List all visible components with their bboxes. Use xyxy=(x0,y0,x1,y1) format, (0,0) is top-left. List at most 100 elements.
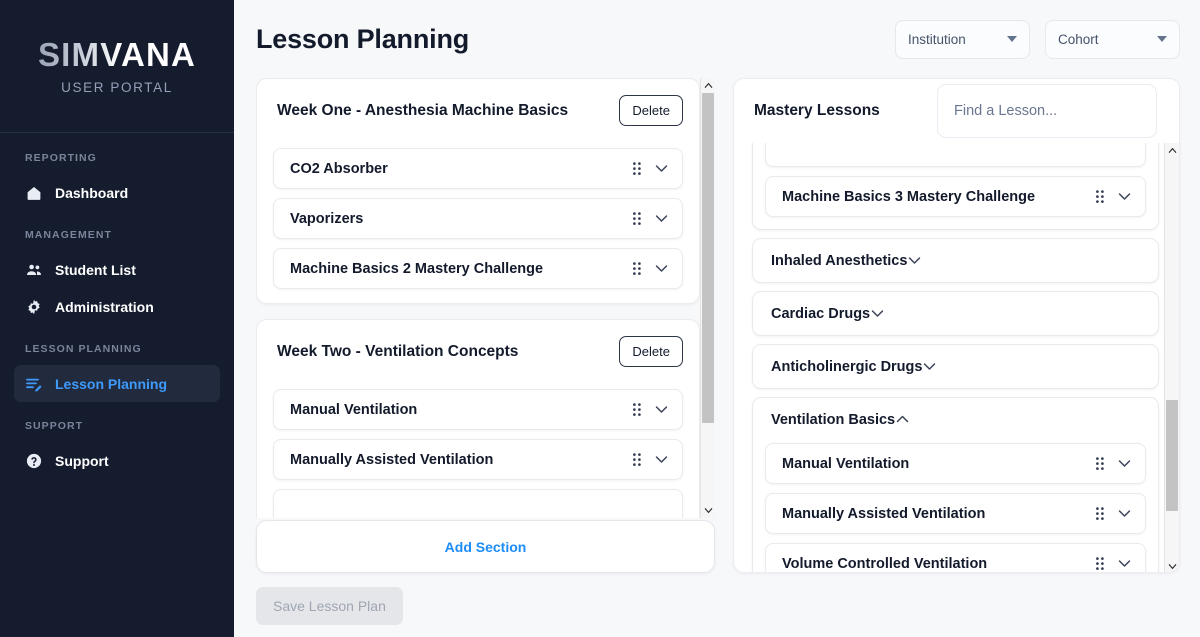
topbar: Lesson Planning Institution Cohort xyxy=(234,0,1200,78)
sidebar-group-label: SUPPORT xyxy=(25,420,84,432)
drag-handle-icon[interactable] xyxy=(632,452,642,467)
chevron-down-icon[interactable] xyxy=(907,253,922,268)
chevron-down-icon xyxy=(1007,36,1017,42)
chevron-down-icon[interactable] xyxy=(1117,189,1132,204)
cohort-select-label: Cohort xyxy=(1058,31,1099,47)
plan-scroll-view[interactable]: Week One - Anesthesia Machine Basics Dele… xyxy=(256,78,700,518)
plan-section-card: Week Two - Ventilation Concepts Delete Man… xyxy=(256,319,700,518)
plan-scroll-thumb[interactable] xyxy=(702,93,714,423)
plan-scroll-track[interactable] xyxy=(701,93,715,503)
lesson-row[interactable]: Manual Ventilation xyxy=(273,389,683,430)
plan-section-lessons: Manual Ventilation Manually Assisted Vent… xyxy=(273,389,683,518)
institution-select[interactable]: Institution xyxy=(895,19,1030,59)
lesson-category-label: Ventilation Basics xyxy=(771,411,896,428)
delete-section-button[interactable]: Delete xyxy=(619,95,683,126)
lesson-row-label: CO2 Absorber xyxy=(290,160,388,177)
chevron-down-icon xyxy=(1157,36,1167,42)
drag-handle-icon[interactable] xyxy=(1095,506,1105,521)
lesson-row-tools xyxy=(1095,456,1132,471)
lesson-row-label: Manual Ventilation xyxy=(782,455,910,472)
lesson-row[interactable]: Manual Ventilation xyxy=(765,443,1146,484)
lesson-row[interactable] xyxy=(273,489,683,518)
lesson-category-inhaled-anesthetics: Inhaled Anesthetics xyxy=(752,238,1159,283)
chevron-down-icon[interactable] xyxy=(1117,456,1132,471)
chevron-down-icon[interactable] xyxy=(922,359,937,374)
scroll-down-arrow-icon[interactable] xyxy=(701,503,715,518)
drag-handle-icon[interactable] xyxy=(632,161,642,176)
app-root: SIMVANA USER PORTAL REPORTING Dashboard MA… xyxy=(0,0,1200,637)
drag-handle-icon[interactable] xyxy=(632,211,642,226)
chevron-down-icon[interactable] xyxy=(654,452,669,467)
sidebar-item-label: Lesson Planning xyxy=(55,375,168,392)
chevron-down-icon[interactable] xyxy=(654,261,669,276)
lesson-category-header[interactable]: Inhaled Anesthetics xyxy=(753,239,1158,282)
mastery-lessons-header: Mastery Lessons xyxy=(734,79,1179,143)
lesson-row[interactable]: CO2 Absorber xyxy=(273,148,683,189)
lesson-category-label: Inhaled Anesthetics xyxy=(771,252,908,269)
lesson-category-body: Manual Ventilation Manually Assisted Vent… xyxy=(753,441,1158,572)
page-title: Lesson Planning xyxy=(256,23,470,54)
plan-section-header: Week Two - Ventilation Concepts Delete xyxy=(273,336,683,367)
chevron-down-icon[interactable] xyxy=(870,306,885,321)
library-scrollbar[interactable] xyxy=(1164,143,1179,572)
add-section-button[interactable]: Add Section xyxy=(256,520,715,573)
scroll-up-arrow-icon[interactable] xyxy=(701,78,715,93)
chevron-down-icon[interactable] xyxy=(1117,556,1132,571)
lesson-row[interactable]: Vaporizers xyxy=(273,198,683,239)
sidebar-item-administration[interactable]: Administration xyxy=(14,288,220,325)
library-scroll-track[interactable] xyxy=(1165,158,1179,559)
mastery-lessons-column: Mastery Lessons Machine Basics 3 Mastery… xyxy=(733,78,1180,637)
brand-subtitle: USER PORTAL xyxy=(61,79,173,95)
lesson-row[interactable]: Volume Controlled Ventilation xyxy=(765,543,1146,572)
sidebar-item-dashboard[interactable]: Dashboard xyxy=(14,174,220,211)
lesson-row[interactable]: Machine Basics 2 Mastery Challenge xyxy=(273,248,683,289)
lesson-row-label: Manual Ventilation xyxy=(290,401,418,418)
chevron-down-icon[interactable] xyxy=(654,161,669,176)
chevron-down-icon[interactable] xyxy=(1117,506,1132,521)
library-scroll-thumb[interactable] xyxy=(1166,400,1178,511)
lesson-category-header[interactable]: Anticholinergic Drugs xyxy=(753,345,1158,388)
home-icon xyxy=(25,184,43,202)
drag-handle-icon[interactable] xyxy=(1095,189,1105,204)
delete-section-button[interactable]: Delete xyxy=(619,336,683,367)
lesson-category-card: Machine Basics 3 Mastery Challenge xyxy=(752,143,1159,230)
sidebar-item-lesson-planning[interactable]: Lesson Planning xyxy=(14,365,220,402)
brand-logo: SIMVANA xyxy=(37,35,197,73)
plan-section-card: Week One - Anesthesia Machine Basics Dele… xyxy=(256,78,700,304)
sidebar-group: LESSON PLANNING Lesson Planning xyxy=(0,343,234,402)
drag-handle-icon[interactable] xyxy=(1095,456,1105,471)
lesson-row-label: Vaporizers xyxy=(290,210,364,227)
lesson-category-header[interactable]: Ventilation Basics xyxy=(753,398,1158,441)
sidebar-item-student-list[interactable]: Student List xyxy=(14,251,220,288)
sidebar-item-label: Support xyxy=(55,452,109,469)
sidebar-nav: REPORTING Dashboard MANAGEMENT Student List… xyxy=(0,133,234,479)
lesson-row-label: Manually Assisted Ventilation xyxy=(290,451,494,468)
mastery-lessons-title: Mastery Lessons xyxy=(754,102,880,119)
sidebar: SIMVANA USER PORTAL REPORTING Dashboard MA… xyxy=(0,0,234,637)
lesson-row[interactable]: Machine Basics 3 Mastery Challenge xyxy=(765,176,1146,217)
sidebar-item-support[interactable]: Support xyxy=(14,442,220,479)
lesson-row[interactable]: Manually Assisted Ventilation xyxy=(765,493,1146,534)
drag-handle-icon[interactable] xyxy=(1095,556,1105,571)
drag-handle-icon[interactable] xyxy=(632,261,642,276)
plan-section-title: Week One - Anesthesia Machine Basics xyxy=(277,101,569,119)
cohort-select[interactable]: Cohort xyxy=(1045,19,1180,59)
save-lesson-plan-button[interactable]: Save Lesson Plan xyxy=(256,587,403,625)
chevron-down-icon[interactable] xyxy=(654,211,669,226)
lesson-category-header[interactable]: Cardiac Drugs xyxy=(753,292,1158,335)
lesson-row[interactable] xyxy=(765,143,1146,167)
brand: SIMVANA USER PORTAL xyxy=(0,0,234,133)
drag-handle-icon[interactable] xyxy=(632,402,642,417)
scroll-down-arrow-icon[interactable] xyxy=(1165,559,1179,572)
lesson-row-tools xyxy=(1095,189,1132,204)
sidebar-item-label: Student List xyxy=(55,261,136,278)
lesson-row[interactable]: Manually Assisted Ventilation xyxy=(273,439,683,480)
scroll-up-arrow-icon[interactable] xyxy=(1165,143,1179,158)
find-a-lesson-input[interactable] xyxy=(937,84,1157,138)
lesson-row-label: Machine Basics 3 Mastery Challenge xyxy=(782,188,1036,205)
plan-scrollbar[interactable] xyxy=(700,78,715,518)
chevron-down-icon[interactable] xyxy=(654,402,669,417)
add-section-label: Add Section xyxy=(444,538,527,555)
lesson-row-label: Machine Basics 2 Mastery Challenge xyxy=(290,260,544,277)
chevron-up-icon[interactable] xyxy=(895,412,910,427)
